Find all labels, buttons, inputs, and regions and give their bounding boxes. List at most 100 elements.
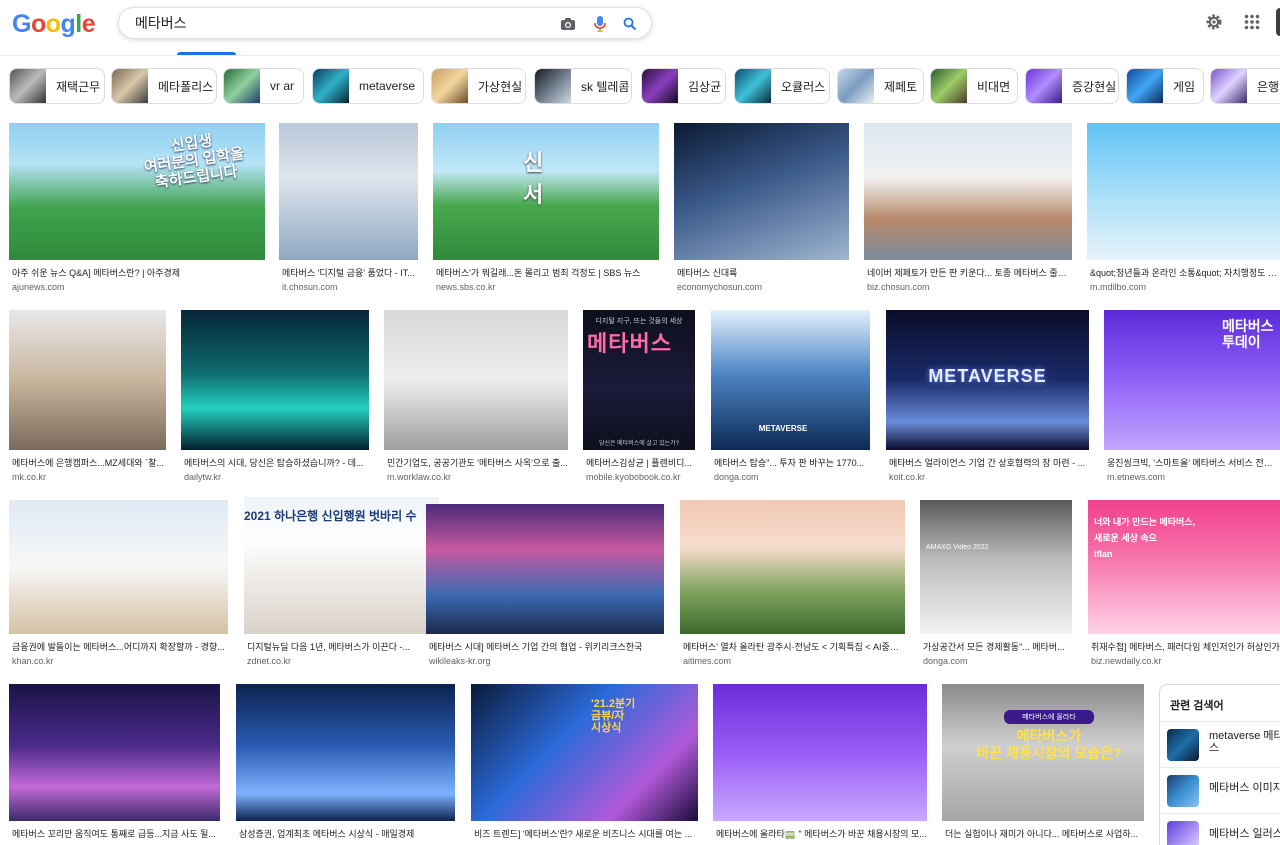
chip-7[interactable]: 오큘러스: [734, 68, 830, 104]
camera-icon[interactable]: [559, 15, 577, 33]
result-thumbnail[interactable]: 2021 하나은행 신입행원 벗바리 수: [244, 497, 439, 634]
result-card[interactable]: 메타버스 시대] 메타버스 기업 간의 협업 - 위키리크스한국 wikileak…: [426, 504, 664, 666]
result-title[interactable]: 민간기업도, 공공기관도 '메타버스 사옥'으로 출...: [387, 457, 568, 469]
result-title[interactable]: 가상공간서 모든 경제활동"... 메타버...: [923, 641, 1072, 653]
result-card[interactable]: '21.2분기 금뷰/자 시상식비즈 트렌드] '메타버스'란? 새로운 비즈니…: [471, 684, 698, 845]
chip-6[interactable]: 김상균: [641, 68, 726, 104]
search-box[interactable]: [118, 7, 652, 39]
result-title[interactable]: 메타버스김상균 | 플렌비디...: [586, 457, 695, 469]
google-logo[interactable]: Google: [12, 10, 96, 39]
result-card[interactable]: 너와 내가 만드는 메타버스, 새로운 세상 속으 iflan 취재수첩] 메타버…: [1088, 500, 1280, 666]
chip-9[interactable]: 비대면: [930, 68, 1018, 104]
result-thumbnail[interactable]: AMAXG Video 2022: [920, 500, 1072, 634]
result-thumbnail[interactable]: [384, 310, 568, 450]
result-thumbnail[interactable]: [9, 684, 220, 821]
result-thumbnail[interactable]: METAVERSE: [886, 310, 1089, 450]
result-title[interactable]: 메타버스 꼬리만 움직여도 통째로 급등...지금 사도 될...: [12, 828, 220, 840]
result-card[interactable]: METAVERSE 메타버스 얼라이언스 기업 간 상호협력의 장 마련 - ..…: [886, 310, 1089, 482]
result-thumbnail[interactable]: [9, 310, 166, 450]
result-thumbnail[interactable]: 메타버스 투데이: [1104, 310, 1280, 450]
result-card[interactable]: 메타버스에 올라타 메타버스가 바꾼 채용시장의 모습은? 더는 실험이나 재미가 …: [942, 684, 1144, 845]
result-title[interactable]: 취재수첩] 메타버스, 패러다임 체인저인가 허상인가: [1091, 641, 1280, 653]
result-thumbnail[interactable]: [674, 123, 849, 260]
result-card[interactable]: 디지털 지구, 뜨는 것들의 세상 메타버스 당신은 메타버스에 살고 있는가? 메타…: [583, 310, 695, 482]
result-thumbnail[interactable]: [1087, 123, 1280, 260]
result-card[interactable]: 메타버스의 시대, 당신은 탑승하셨습니까? - 데... dailytw.kr: [181, 310, 369, 482]
chip-4[interactable]: 가상현실: [431, 68, 526, 104]
result-card[interactable]: 메타버스에 올라타🚃 " 메타버스가 바꾼 채용시장의 모...: [713, 684, 927, 845]
related-item[interactable]: 메타버스 이미지: [1160, 767, 1280, 813]
result-thumbnail[interactable]: [680, 500, 905, 634]
result-thumbnail[interactable]: [864, 123, 1072, 260]
chip-5[interactable]: sk 텔레콤: [534, 68, 632, 104]
search-input[interactable]: [135, 13, 555, 33]
result-title[interactable]: 웅진씽크빅, '스마트올' 메타버스 서비스 전면 개편: [1107, 457, 1280, 469]
result-thumbnail[interactable]: [9, 500, 228, 634]
result-card[interactable]: &quot;청년들과 온라인 소통&quot; 자치행정도 메타버스 m.mdil…: [1087, 123, 1280, 292]
result-thumbnail[interactable]: [181, 310, 369, 450]
result-card[interactable]: 삼성증권, 업계최초 메타버스 시상식 - 매일경제: [236, 684, 455, 845]
result-title[interactable]: 네이버 제페토가 만든 판 키운다... 토종 메타버스 줄줄...: [867, 267, 1072, 279]
result-card[interactable]: 메타버스 신대륙 economychosun.com: [674, 123, 849, 292]
result-thumbnail[interactable]: 신 서: [433, 123, 659, 260]
result-card[interactable]: 민간기업도, 공공기관도 '메타버스 사옥'으로 출... m.worklaw.c…: [384, 310, 568, 482]
result-title[interactable]: 더는 실험이나 재미가 아니다... 메타버스로 사업하...: [945, 828, 1144, 840]
result-title[interactable]: 금융권에 발들이는 메타버스...어디까지 확장할까 - 경향...: [12, 641, 228, 653]
search-icon[interactable]: [621, 15, 639, 33]
result-thumbnail[interactable]: 너와 내가 만드는 메타버스, 새로운 세상 속으 iflan: [1088, 500, 1280, 634]
gear-icon[interactable]: [1204, 12, 1224, 32]
result-card[interactable]: 네이버 제페토가 만든 판 키운다... 토종 메타버스 줄줄... biz.ch…: [864, 123, 1072, 292]
result-card[interactable]: METAVERSE 메타버스 탑승"... 투자 판 바꾸는 1770... don…: [711, 310, 870, 482]
result-card[interactable]: 메타버스 '디지털 금융' 품었다 - IT... it.chosun.com: [279, 123, 418, 292]
result-card[interactable]: 신입생 여러분의 입학을 축하드립니다아주 쉬운 뉴스 Q&A] 메타버스란? …: [9, 123, 265, 292]
result-title[interactable]: 메타버스 '디지털 금융' 품었다 - IT...: [282, 267, 418, 279]
related-item[interactable]: metaverse 메타버스: [1160, 721, 1280, 767]
result-card[interactable]: 메타버스 꼬리만 움직여도 통째로 급등...지금 사도 될...: [9, 684, 220, 845]
logo-letter: o: [30, 10, 46, 38]
chip-8[interactable]: 제페토: [837, 68, 924, 104]
result-card[interactable]: AMAXG Video 2022 가상공간서 모든 경제활동"... 메타버...…: [920, 500, 1072, 666]
result-thumbnail[interactable]: [236, 684, 455, 821]
result-title[interactable]: 메타버스의 시대, 당신은 탑승하셨습니까? - 데...: [184, 457, 369, 469]
result-title[interactable]: 메타버스에 올라타🚃 " 메타버스가 바꾼 채용시장의 모...: [716, 828, 927, 840]
result-card[interactable]: 메타버스 투데이 웅진씽크빅, '스마트올' 메타버스 서비스 전면 개편 m.et…: [1104, 310, 1280, 482]
chip-thumbnail: [432, 69, 468, 103]
result-title[interactable]: 메타버스에 은행캠퍼스...MZ세대와 `찰...: [12, 457, 166, 469]
result-title[interactable]: 메타버스 탑승"... 투자 판 바꾸는 1770...: [714, 457, 870, 469]
result-title[interactable]: 메타버스'가 뭐길래...돈 몰리고 범죄 걱정도 | SBS 뉴스: [436, 267, 659, 279]
result-thumbnail[interactable]: 신입생 여러분의 입학을 축하드립니다: [9, 123, 265, 260]
related-item[interactable]: 메타버스 일러스트: [1160, 813, 1280, 845]
result-card[interactable]: 메타버스에 은행캠퍼스...MZ세대와 `찰... mk.co.kr: [9, 310, 166, 482]
chip-2[interactable]: vr ar: [223, 68, 304, 104]
result-title[interactable]: &quot;청년들과 온라인 소통&quot; 자치행정도 메타버스: [1090, 267, 1280, 279]
result-title[interactable]: 메타버스 시대] 메타버스 기업 간의 협업 - 위키리크스한국: [429, 641, 664, 653]
chip-3[interactable]: metaverse: [312, 68, 424, 104]
result-card[interactable]: 2021 하나은행 신입행원 벗바리 수디지털뉴딜 다음 1년, 메타버스가 이…: [244, 497, 439, 666]
result-thumbnail[interactable]: [279, 123, 418, 260]
result-card[interactable]: 금융권에 발들이는 메타버스...어디까지 확장할까 - 경향... khan.c…: [9, 500, 228, 666]
result-title[interactable]: 디지털뉴딜 다음 1년, 메타버스가 이끈다 -...: [247, 641, 439, 653]
chip-0[interactable]: 재택근무: [9, 68, 105, 104]
result-title[interactable]: 메타버스 얼라이언스 기업 간 상호협력의 장 마련 - ...: [889, 457, 1089, 469]
chip-1[interactable]: 메타폴리스: [111, 68, 217, 104]
microphone-icon[interactable]: [591, 15, 609, 33]
result-title[interactable]: 메타버스' 열차 올라탄 광주시·전남도 < 기획특집 < AI중심...: [683, 641, 905, 653]
result-title[interactable]: 비즈 트렌드] '메타버스'란? 새로운 비즈니스 시대를 여는 ...: [474, 828, 698, 840]
result-thumbnail[interactable]: [426, 504, 664, 634]
result-thumbnail[interactable]: '21.2분기 금뷰/자 시상식: [471, 684, 698, 821]
result-card[interactable]: 신 서메타버스'가 뭐길래...돈 몰리고 범죄 걱정도 | SBS 뉴스 new…: [433, 123, 659, 292]
apps-grid-icon[interactable]: [1242, 12, 1262, 32]
result-title[interactable]: 아주 쉬운 뉴스 Q&A] 메타버스란? | 아주경제: [12, 267, 265, 279]
avatar[interactable]: [1276, 8, 1280, 36]
chip-10[interactable]: 증강현실: [1025, 68, 1119, 104]
chip-12[interactable]: 은행: [1210, 68, 1280, 104]
result-title[interactable]: 삼성증권, 업계최초 메타버스 시상식 - 매일경제: [239, 828, 455, 840]
result-card[interactable]: 메타버스' 열차 올라탄 광주시·전남도 < 기획특집 < AI중심... ait…: [680, 500, 905, 666]
result-title[interactable]: 메타버스 신대륙: [677, 267, 849, 279]
result-source: news.sbs.co.kr: [436, 282, 496, 292]
result-thumbnail[interactable]: 메타버스에 올라타 메타버스가 바꾼 채용시장의 모습은?: [942, 684, 1144, 821]
result-thumbnail[interactable]: METAVERSE: [711, 310, 870, 450]
result-thumbnail[interactable]: 디지털 지구, 뜨는 것들의 세상 메타버스 당신은 메타버스에 살고 있는가?: [583, 310, 695, 450]
result-thumbnail[interactable]: [713, 684, 927, 821]
chip-11[interactable]: 게임: [1126, 68, 1204, 104]
